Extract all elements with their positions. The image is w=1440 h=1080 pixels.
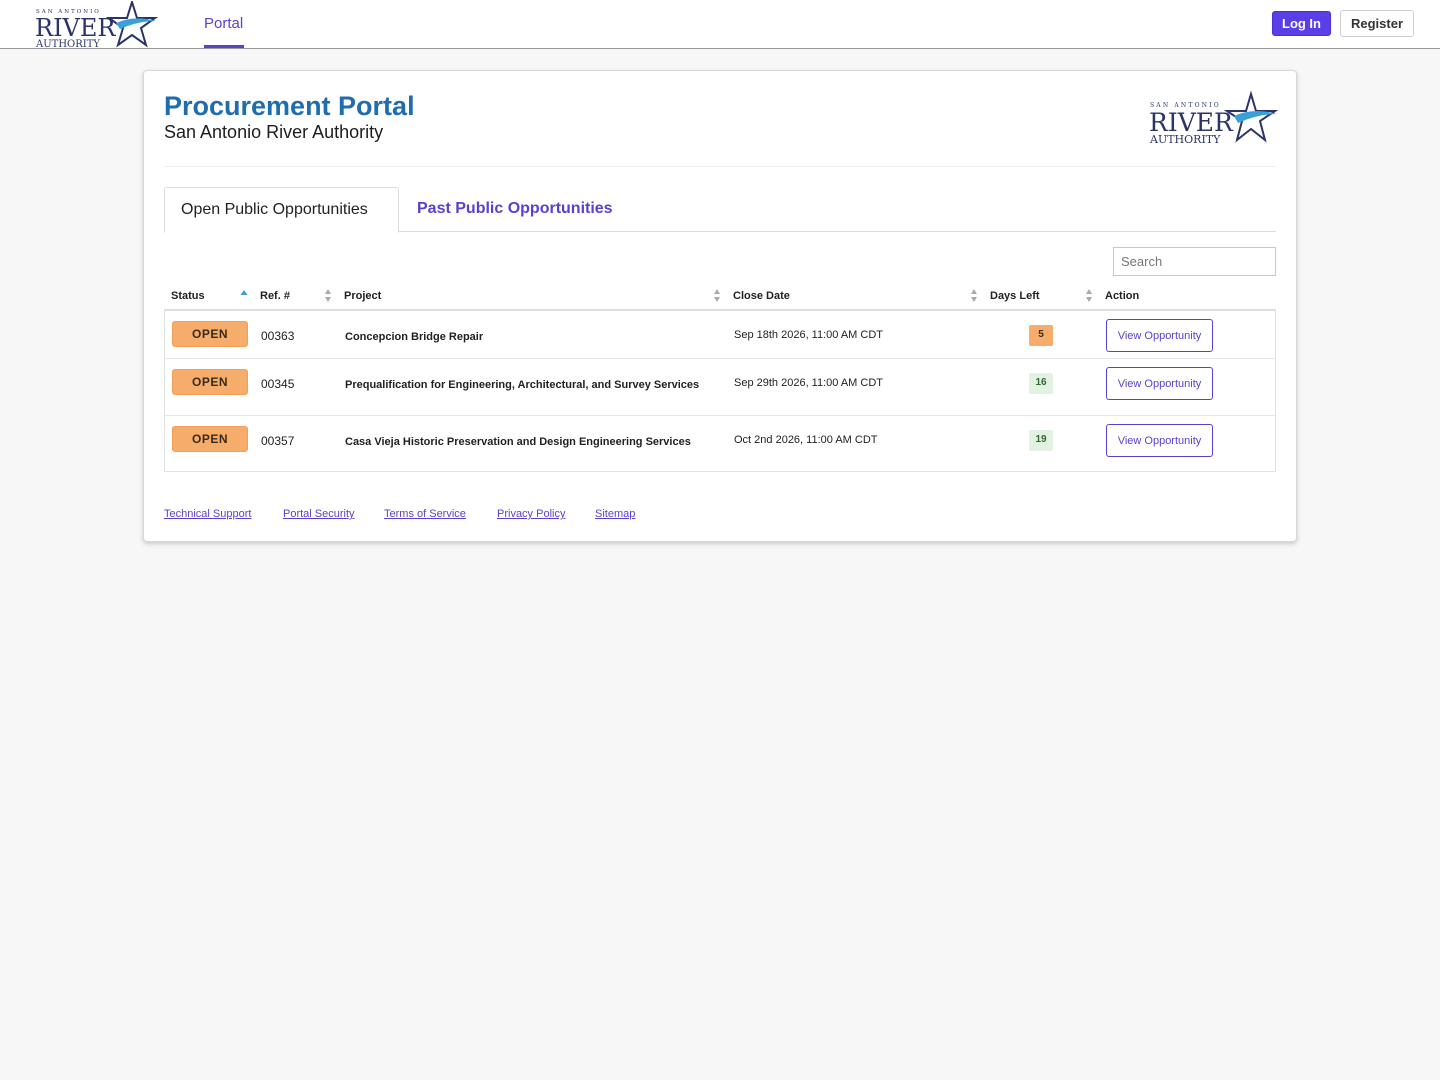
sort-icon[interactable] xyxy=(970,288,978,303)
logo-wave-icon xyxy=(116,18,156,29)
view-opportunity-button[interactable]: View Opportunity xyxy=(1106,367,1213,400)
table-header: Status Ref. # Project Close Date Days Le… xyxy=(164,281,1276,311)
days-left-badge: 5 xyxy=(1029,325,1053,346)
tab-past-label: Past Public Opportunities xyxy=(417,200,613,217)
logo-main-text: RIVER xyxy=(35,14,116,42)
sort-icon[interactable] xyxy=(324,288,332,303)
close-date: Sep 18th 2026, 11:00 AM CDT xyxy=(734,329,883,341)
sort-ascending-icon[interactable] xyxy=(240,288,248,303)
nav-tab-active-indicator xyxy=(204,45,244,48)
logo-sub-text: AUTHORITY xyxy=(35,39,100,48)
status-badge: OPEN xyxy=(172,369,248,395)
column-header-days-left[interactable]: Days Left xyxy=(990,290,1040,302)
sort-icon[interactable] xyxy=(1085,288,1093,303)
river-authority-logo-large: SAN ANTONIO RIVER AUTHORITY xyxy=(1149,91,1279,146)
page-subtitle: San Antonio River Authority xyxy=(164,122,384,142)
table-body: OPEN 00363 Concepcion Bridge Repair Sep … xyxy=(164,311,1276,472)
column-header-close-date[interactable]: Close Date xyxy=(733,290,790,302)
tab-past-opportunities[interactable]: Past Public Opportunities xyxy=(400,187,620,231)
status-badge: OPEN xyxy=(172,321,248,347)
close-date: Sep 29th 2026, 11:00 AM CDT xyxy=(734,377,883,389)
nav-tab-portal[interactable]: Portal xyxy=(204,0,244,48)
tab-open-label: Open Public Opportunities xyxy=(181,201,368,218)
column-header-ref[interactable]: Ref. # xyxy=(260,290,290,302)
close-date: Oct 2nd 2026, 11:00 AM CDT xyxy=(734,434,878,446)
technical-support-link[interactable]: Technical Support xyxy=(164,508,251,520)
login-button[interactable]: Log In xyxy=(1272,11,1331,36)
ref-number: 00345 xyxy=(261,377,295,391)
table-row: OPEN 00363 Concepcion Bridge Repair Sep … xyxy=(165,311,1275,358)
tab-open-opportunities[interactable]: Open Public Opportunities xyxy=(164,187,399,233)
table-row: OPEN 00345 Prequalification for Engineer… xyxy=(165,358,1275,415)
view-opportunity-button[interactable]: View Opportunity xyxy=(1106,424,1213,457)
table-row: OPEN 00357 Casa Vieja Historic Preservat… xyxy=(165,415,1275,471)
river-authority-logo[interactable]: SAN ANTONIO RIVER AUTHORITY xyxy=(34,1,159,48)
column-header-project[interactable]: Project xyxy=(344,290,381,302)
ref-number: 00357 xyxy=(261,434,295,448)
portal-security-link[interactable]: Portal Security xyxy=(283,508,355,520)
days-left-badge: 16 xyxy=(1029,373,1053,394)
project-name: Prequalification for Engineering, Archit… xyxy=(345,379,700,391)
card-logo-wave-icon xyxy=(1234,110,1277,123)
sitemap-link[interactable]: Sitemap xyxy=(595,508,635,520)
view-opportunity-button[interactable]: View Opportunity xyxy=(1106,319,1213,352)
opportunities-table: Status Ref. # Project Close Date Days Le… xyxy=(164,281,1276,472)
ref-number: 00363 xyxy=(261,329,295,343)
search-input[interactable] xyxy=(1113,247,1276,276)
project-name: Concepcion Bridge Repair xyxy=(345,331,484,343)
column-header-action: Action xyxy=(1105,290,1140,302)
card-logo-sub-text: AUTHORITY xyxy=(1149,133,1221,146)
header-divider xyxy=(164,166,1276,167)
page-title: Procurement Portal xyxy=(164,91,415,121)
terms-of-service-link[interactable]: Terms of Service xyxy=(384,508,466,520)
days-left-badge: 19 xyxy=(1029,430,1053,451)
project-name: Casa Vieja Historic Preservation and Des… xyxy=(345,436,691,448)
top-navbar: SAN ANTONIO RIVER AUTHORITY Portal Log I… xyxy=(0,0,1440,49)
column-header-status[interactable]: Status xyxy=(171,290,205,302)
nav-tab-portal-label: Portal xyxy=(204,15,244,32)
procurement-card: Procurement Portal San Antonio River Aut… xyxy=(143,70,1297,542)
status-badge: OPEN xyxy=(172,426,248,452)
sort-icon[interactable] xyxy=(713,288,721,303)
register-button[interactable]: Register xyxy=(1340,10,1414,37)
privacy-policy-link[interactable]: Privacy Policy xyxy=(497,508,565,520)
